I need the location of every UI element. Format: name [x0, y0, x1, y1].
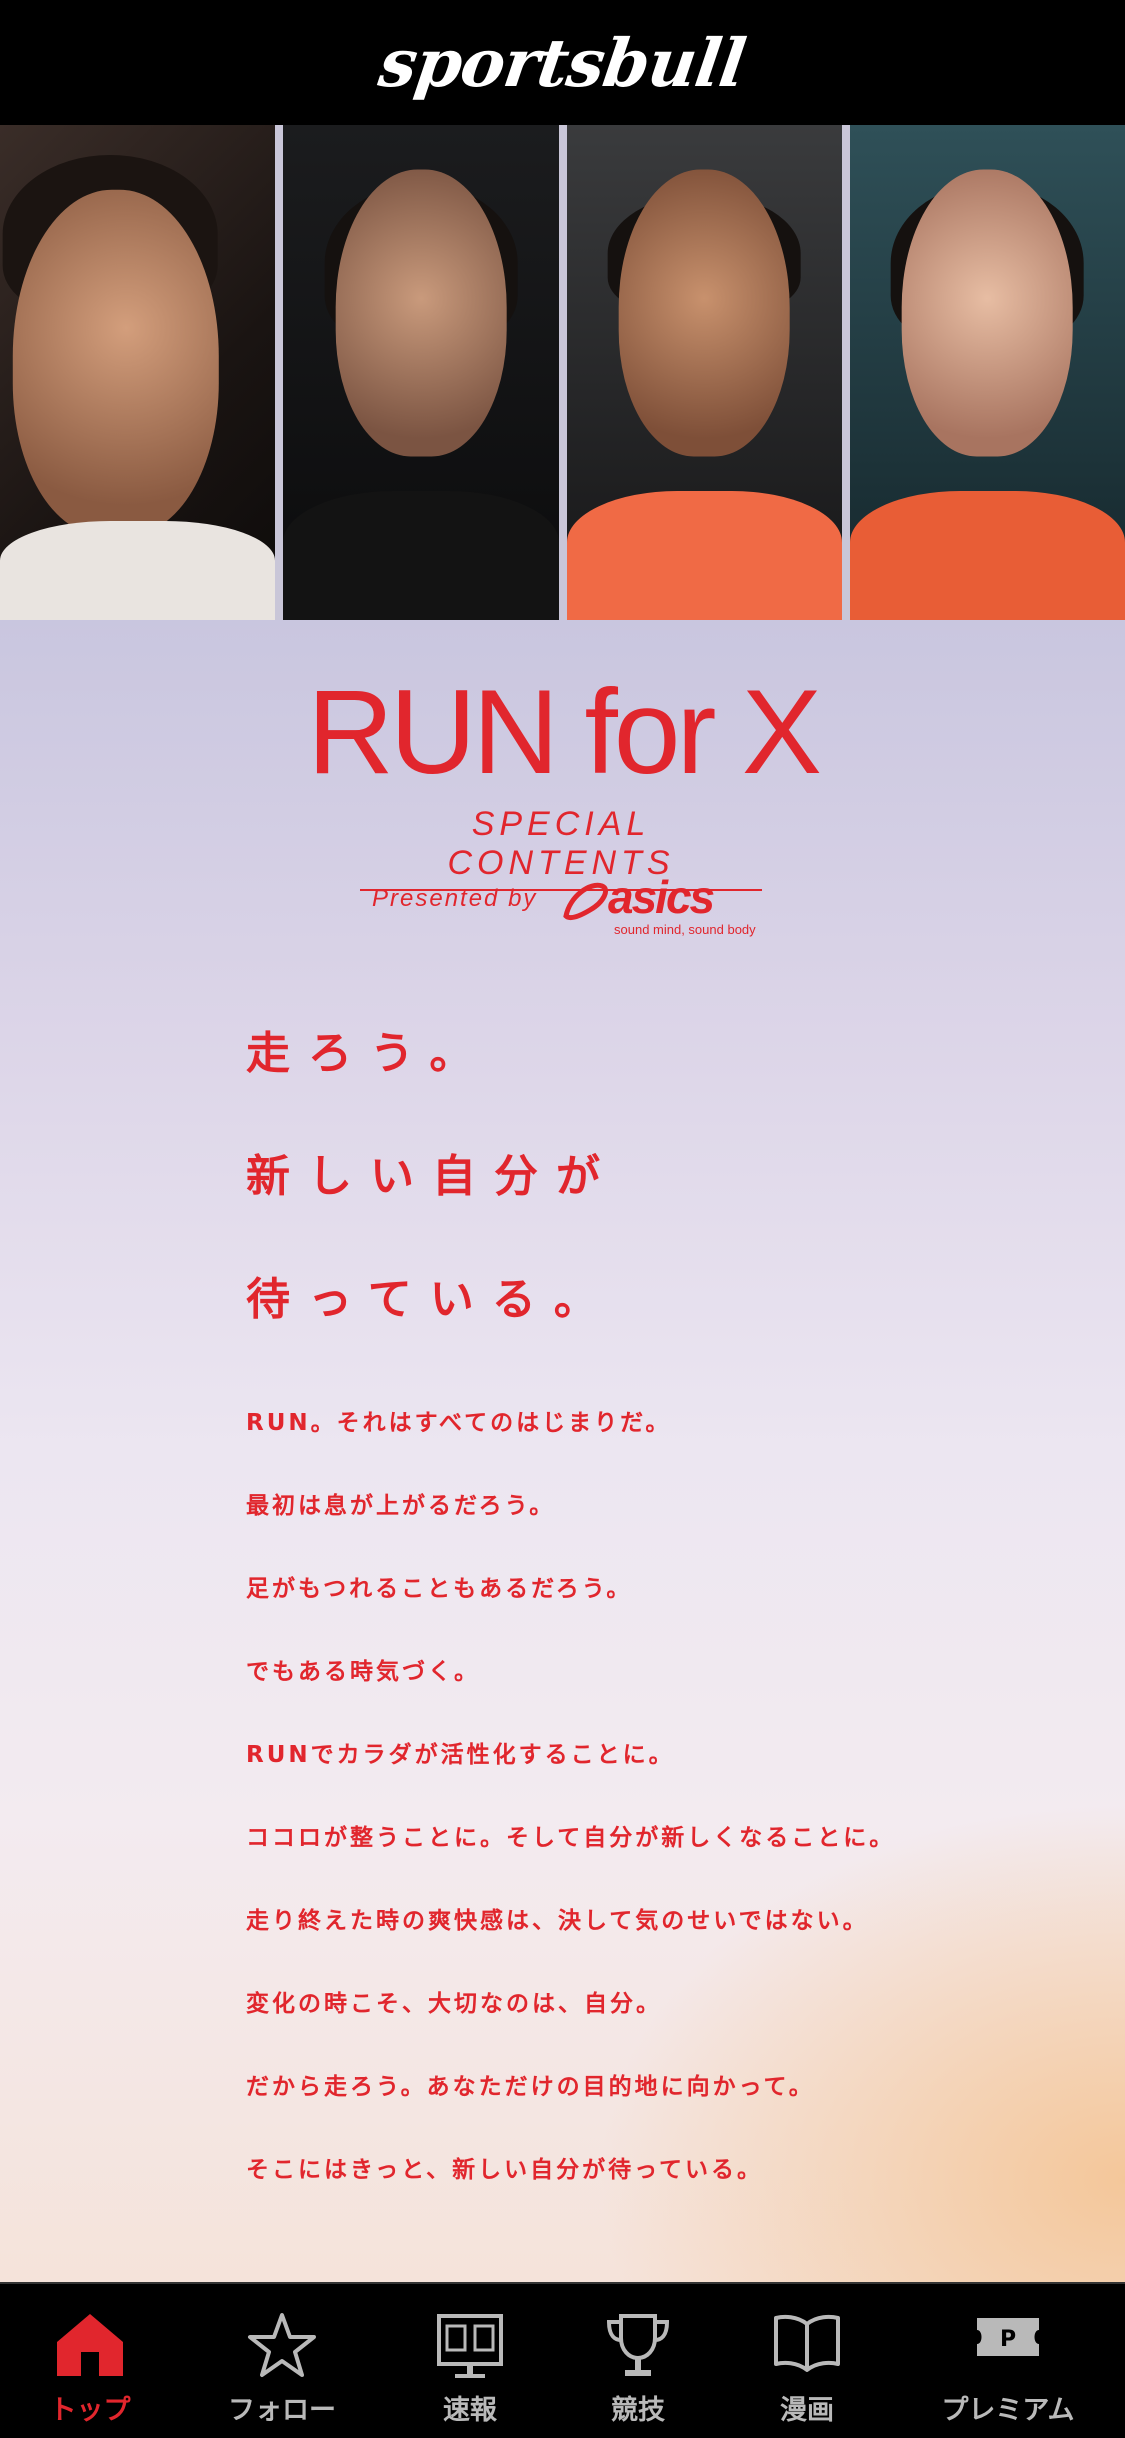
- tab-top[interactable]: トップ: [10, 2284, 170, 2426]
- body-line-10: そこにはきっと、新しい自分が待っている。: [246, 2157, 764, 2183]
- body-line-8: 変化の時こそ、大切なのは、自分。: [246, 1991, 662, 2017]
- body-line-3: 足がもつれることもあるだろう。: [246, 1576, 633, 1602]
- ticket-icon: P: [973, 2312, 1043, 2366]
- scoreboard-icon: [435, 2312, 505, 2386]
- sportsbull-logo[interactable]: sportsbull: [375, 24, 750, 102]
- asics-tagline: sound mind, sound body: [614, 922, 756, 937]
- trophy-icon: [603, 2312, 673, 2386]
- asics-logo: asics sound mind, sound body: [563, 870, 756, 940]
- body-line-7: 走り終えた時の爽快感は、決して気のせいではない。: [246, 1908, 869, 1934]
- body-line-5: RUNでカラダが活性化することに。: [246, 1742, 675, 1768]
- asics-wordmark: asics: [608, 871, 715, 923]
- tab-premium-label: プレミアム: [941, 2395, 1075, 2426]
- presented-by-label: Presented by: [372, 885, 538, 912]
- tab-follow-label: フォロー: [228, 2395, 336, 2426]
- tab-premium[interactable]: P プレミアム: [928, 2284, 1088, 2426]
- tab-live-label: 速報: [443, 2395, 497, 2426]
- body-line-4: でもある時気づく。: [246, 1659, 480, 1685]
- tab-manga[interactable]: 漫画: [727, 2284, 887, 2426]
- tab-follow[interactable]: フォロー: [202, 2284, 362, 2426]
- tab-sports-label: 競技: [611, 2395, 665, 2426]
- body-line-9: だから走ろう。あなただけの目的地に向かって。: [246, 2074, 815, 2100]
- body-line-1: RUN。それはすべてのはじまりだ。: [246, 1410, 672, 1436]
- hero-photo-strip: [0, 125, 1125, 620]
- athlete-photo-2: [283, 125, 559, 620]
- campaign-title: RUN for X: [307, 665, 822, 799]
- headline-line-2: 新しい自分が: [246, 1151, 618, 1202]
- tab-sports[interactable]: 競技: [558, 2284, 718, 2426]
- svg-text:P: P: [1000, 2327, 1016, 2352]
- body-line-6: ココロが整うことに。そして自分が新しくなることに。: [246, 1825, 896, 1851]
- book-icon: [772, 2312, 842, 2376]
- athlete-photo-3: [566, 125, 842, 620]
- athlete-photo-1: [0, 125, 276, 620]
- star-icon: [247, 2312, 317, 2382]
- app-header: sportsbull: [0, 0, 1125, 125]
- headline-line-1: 走ろう。: [246, 1028, 492, 1079]
- headline-line-3: 待っている。: [246, 1274, 616, 1325]
- athlete-photo-4: [849, 125, 1125, 620]
- body-line-2: 最初は息が上がるだろう。: [246, 1493, 556, 1519]
- campaign-content: RUN for X SPECIAL CONTENTS Presented by …: [0, 620, 1125, 2282]
- tab-live[interactable]: 速報: [390, 2284, 550, 2426]
- bottom-tab-bar: トップ フォロー 速報 競技 漫画 P プレミアム: [0, 2282, 1125, 2438]
- tab-top-label: トップ: [49, 2395, 131, 2426]
- tab-manga-label: 漫画: [780, 2395, 834, 2426]
- home-icon: [55, 2312, 125, 2382]
